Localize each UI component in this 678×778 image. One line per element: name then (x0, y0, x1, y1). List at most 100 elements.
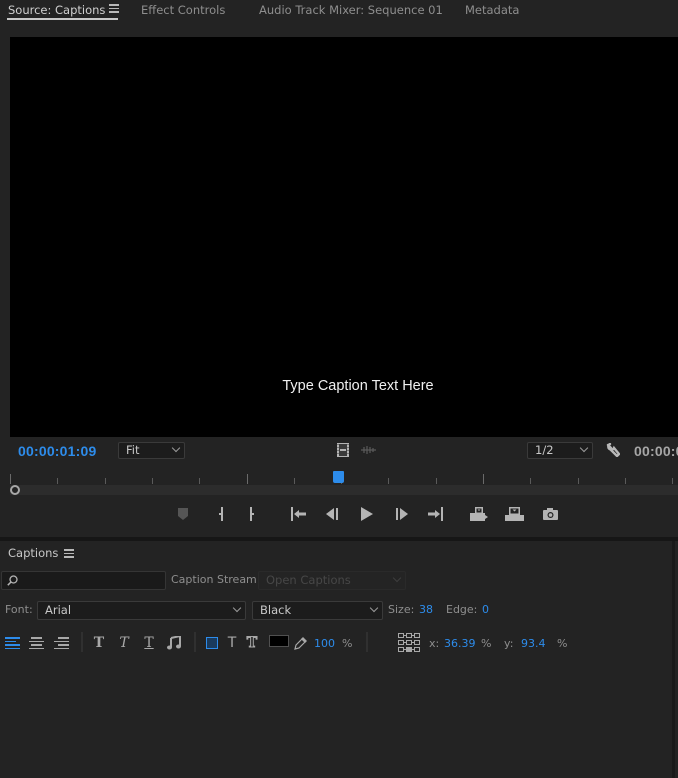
position-grid-icon (398, 633, 420, 652)
captions-panel: Captions Caption Stream: Open Captions F… (0, 541, 672, 778)
chevron-down-icon (392, 573, 402, 583)
insert-icon (470, 507, 488, 521)
opacity-value[interactable]: 100 (314, 637, 335, 650)
go-to-in-icon (291, 507, 306, 521)
tab-audio-track-mixer[interactable]: Audio Track Mixer: Sequence 01 (259, 3, 443, 17)
italic-button[interactable]: T (114, 635, 134, 651)
step-back-icon (325, 508, 338, 520)
captions-panel-title[interactable]: Captions (8, 546, 58, 560)
align-center-button[interactable] (26, 635, 46, 651)
hamburger-menu-icon[interactable] (64, 549, 74, 558)
align-right-button[interactable] (51, 635, 71, 651)
zoom-level-value: Fit (126, 443, 140, 457)
position-grid-button[interactable] (398, 633, 420, 653)
ruler-tick (624, 478, 626, 484)
eyedropper-icon (294, 637, 307, 650)
transport-controls (0, 505, 678, 523)
tab-metadata[interactable]: Metadata (465, 3, 519, 17)
chevron-down-icon (579, 443, 589, 453)
font-family-value: Arial (45, 603, 72, 617)
ruler-tick (388, 478, 390, 484)
caption-stream-dropdown: Open Captions (258, 571, 406, 590)
text-color-icon: T (227, 635, 237, 651)
zoom-scrollbar[interactable] (10, 485, 678, 495)
ruler-tick (293, 478, 295, 484)
ruler-tick (483, 474, 484, 484)
play-button[interactable] (357, 505, 377, 523)
mark-in-button[interactable] (211, 505, 231, 523)
y-position-unit: % (557, 637, 568, 650)
y-position-value[interactable]: 93.4 (521, 637, 546, 650)
mark-in-icon (219, 507, 223, 521)
zoom-scroll-handle[interactable] (10, 485, 20, 495)
caption-search-input[interactable] (1, 571, 166, 590)
tab-effect-controls[interactable]: Effect Controls (141, 3, 225, 17)
opacity-unit: % (342, 637, 353, 650)
toolbar-divider (194, 632, 196, 652)
mark-out-icon (250, 507, 254, 521)
search-icon (7, 575, 18, 586)
size-label: Size: (388, 603, 415, 616)
bold-icon: T (93, 635, 105, 651)
current-timecode[interactable]: 00:00:01:09 (18, 443, 96, 459)
marker-icon (178, 508, 188, 520)
edge-color-toggle[interactable]: T (242, 635, 262, 652)
color-swatch[interactable] (269, 635, 289, 647)
x-position-value[interactable]: 36.39 (444, 637, 476, 650)
chevron-down-icon (369, 603, 379, 613)
add-marker-button[interactable] (173, 505, 193, 523)
font-style-dropdown[interactable]: Black (252, 601, 383, 620)
chevron-down-icon (232, 603, 242, 613)
chevron-down-icon (171, 443, 181, 453)
italic-icon: T (119, 635, 129, 651)
align-left-icon (4, 637, 20, 649)
ruler-tick (10, 474, 11, 484)
background-color-toggle[interactable] (202, 635, 222, 651)
step-forward-button[interactable] (392, 505, 412, 523)
overwrite-button[interactable] (504, 505, 524, 523)
font-family-dropdown[interactable]: Arial (37, 601, 246, 620)
size-value[interactable]: 38 (419, 603, 433, 616)
eyedropper-button[interactable] (291, 635, 311, 651)
go-to-out-button[interactable] (426, 505, 446, 523)
active-tab-indicator (7, 18, 118, 20)
toolbar-divider (366, 632, 368, 652)
text-color-toggle[interactable]: T (222, 635, 242, 651)
audio-waveform-icon[interactable] (361, 445, 376, 455)
step-back-button[interactable] (322, 505, 342, 523)
tab-source-captions[interactable]: Source: Captions (8, 3, 105, 17)
play-icon (361, 507, 373, 521)
ruler-tick (577, 478, 579, 484)
ruler-tick (672, 478, 674, 484)
bold-button[interactable]: T (89, 635, 109, 651)
underline-button[interactable]: T (139, 635, 159, 651)
step-forward-icon (395, 508, 408, 520)
video-viewer[interactable]: Type Caption Text Here (10, 37, 678, 437)
caption-text-overlay[interactable]: Type Caption Text Here (0, 378, 678, 394)
ruler-tick (435, 478, 437, 484)
mark-out-button[interactable] (242, 505, 262, 523)
ruler-tick (246, 474, 248, 484)
music-note-button[interactable] (164, 635, 184, 651)
zoom-level-dropdown[interactable]: Fit (118, 442, 185, 459)
go-to-out-icon (428, 507, 443, 521)
align-left-button[interactable] (2, 635, 22, 651)
caption-stream-value: Open Captions (266, 573, 351, 587)
duration-timecode[interactable]: 00:00:0 (634, 443, 678, 459)
go-to-in-button[interactable] (288, 505, 308, 523)
edge-value[interactable]: 0 (482, 603, 489, 616)
music-note-icon (167, 636, 181, 650)
y-position-label: y: (504, 637, 514, 650)
wrench-icon[interactable] (606, 442, 621, 458)
export-frame-button[interactable] (540, 505, 560, 523)
align-right-icon (53, 637, 69, 649)
time-ruler[interactable] (10, 472, 678, 484)
ruler-tick (151, 478, 153, 484)
film-strip-icon[interactable] (337, 443, 349, 457)
insert-button[interactable] (469, 505, 489, 523)
resolution-dropdown[interactable]: 1/2 (527, 442, 593, 459)
playhead-handle[interactable] (333, 471, 344, 483)
ruler-tick (530, 478, 532, 484)
hamburger-menu-icon[interactable] (109, 4, 119, 13)
x-position-label: x: (429, 637, 440, 650)
